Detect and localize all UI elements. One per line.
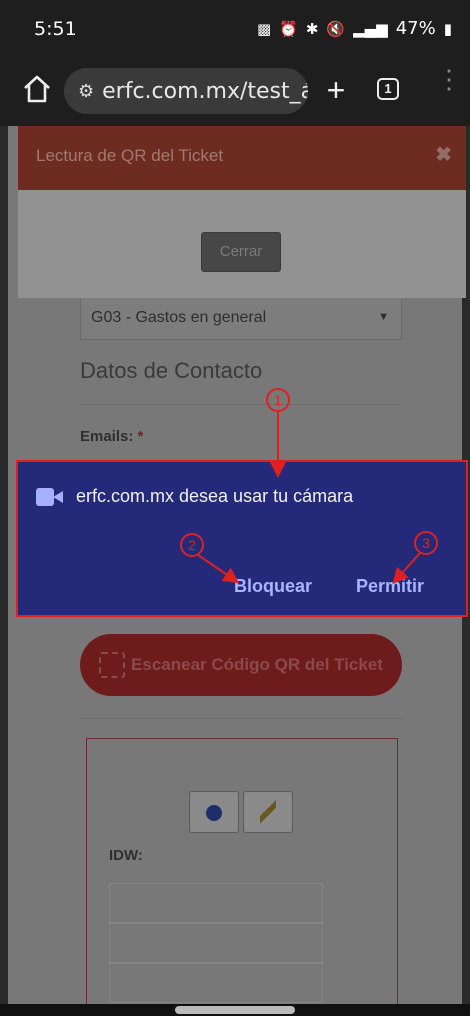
section-heading: Datos de Contacto bbox=[80, 358, 263, 383]
new-tab-icon[interactable]: + bbox=[316, 70, 356, 110]
annotation-marker-1: 1 bbox=[266, 388, 290, 412]
idw-label: IDW: bbox=[109, 847, 143, 864]
url-bar[interactable]: ⚙ erfc.com.mx/test_á bbox=[64, 68, 308, 114]
status-bar: 5:51 ▩ ⏰ ✱ 🔇 ▂▄▆ 47% ▮ bbox=[0, 0, 470, 56]
alarm-icon: ⏰ bbox=[279, 19, 298, 38]
permission-message-row: erfc.com.mx desea usar tu cámara bbox=[36, 486, 353, 507]
phone-screen: 5:51 ▩ ⏰ ✱ 🔇 ▂▄▆ 47% ▮ ⚙ erfc.com.mx/tes… bbox=[0, 0, 470, 1016]
allow-button[interactable]: Permitir bbox=[356, 576, 424, 597]
idw-field[interactable] bbox=[109, 963, 323, 1003]
battery-level: 47% bbox=[395, 18, 436, 39]
battery-icon: ▮ bbox=[443, 19, 452, 38]
emails-label: Emails: * bbox=[80, 428, 143, 445]
idw-field[interactable] bbox=[109, 883, 323, 923]
status-time: 5:51 bbox=[34, 18, 77, 40]
broom-icon bbox=[260, 800, 276, 824]
browser-toolbar: ⚙ erfc.com.mx/test_á + 1 ⋮ bbox=[0, 56, 470, 126]
bluetooth-icon: ✱ bbox=[305, 19, 319, 38]
divider bbox=[80, 404, 402, 405]
site-settings-icon[interactable]: ⚙ bbox=[78, 81, 94, 102]
status-icons: ▩ ⏰ ✱ 🔇 ▂▄▆ 47% ▮ bbox=[257, 18, 452, 39]
annotation-marker-2: 2 bbox=[180, 533, 204, 557]
idw-field[interactable] bbox=[109, 923, 323, 963]
qr-modal-body: Cerrar bbox=[18, 190, 466, 298]
block-button[interactable]: Bloquear bbox=[234, 576, 312, 597]
divider bbox=[80, 718, 402, 719]
notification-icon: ▩ bbox=[256, 19, 272, 38]
home-icon[interactable] bbox=[20, 72, 54, 106]
clear-button[interactable] bbox=[243, 791, 293, 833]
tab-switcher-button[interactable]: 1 bbox=[377, 78, 399, 100]
signal-icon: ▂▄▆ bbox=[353, 19, 388, 38]
help-button[interactable] bbox=[189, 791, 239, 833]
close-button[interactable]: Cerrar bbox=[201, 232, 281, 272]
scan-qr-label: Escanear Código QR del Ticket bbox=[131, 655, 383, 674]
help-icon bbox=[206, 805, 222, 821]
idw-panel: IDW: bbox=[86, 738, 398, 1016]
required-mark: * bbox=[137, 428, 144, 445]
close-icon[interactable]: ✖ bbox=[435, 142, 452, 167]
more-menu-icon[interactable]: ⋮ bbox=[436, 66, 462, 106]
chevron-down-icon: ▼ bbox=[378, 311, 389, 323]
qr-modal-title: Lectura de QR del Ticket bbox=[36, 146, 224, 165]
permission-message: erfc.com.mx desea usar tu cámara bbox=[76, 486, 354, 506]
scan-qr-button[interactable]: Escanear Código QR del Ticket bbox=[80, 634, 402, 696]
select-value: G03 - Gastos en general bbox=[91, 309, 267, 326]
annotation-marker-3: 3 bbox=[414, 531, 438, 555]
qr-code-icon bbox=[99, 652, 126, 678]
home-gesture-handle[interactable] bbox=[175, 1006, 295, 1014]
qr-modal-header: Lectura de QR del Ticket ✖ bbox=[18, 126, 466, 190]
emails-label-text: Emails: bbox=[80, 428, 134, 445]
mute-icon: 🔇 bbox=[326, 19, 346, 38]
system-nav-bar bbox=[0, 1004, 470, 1016]
video-camera-icon bbox=[36, 487, 64, 507]
url-text: erfc.com.mx/test_á bbox=[102, 78, 308, 104]
expense-category-select[interactable]: G03 - Gastos en general ▼ bbox=[80, 296, 402, 340]
